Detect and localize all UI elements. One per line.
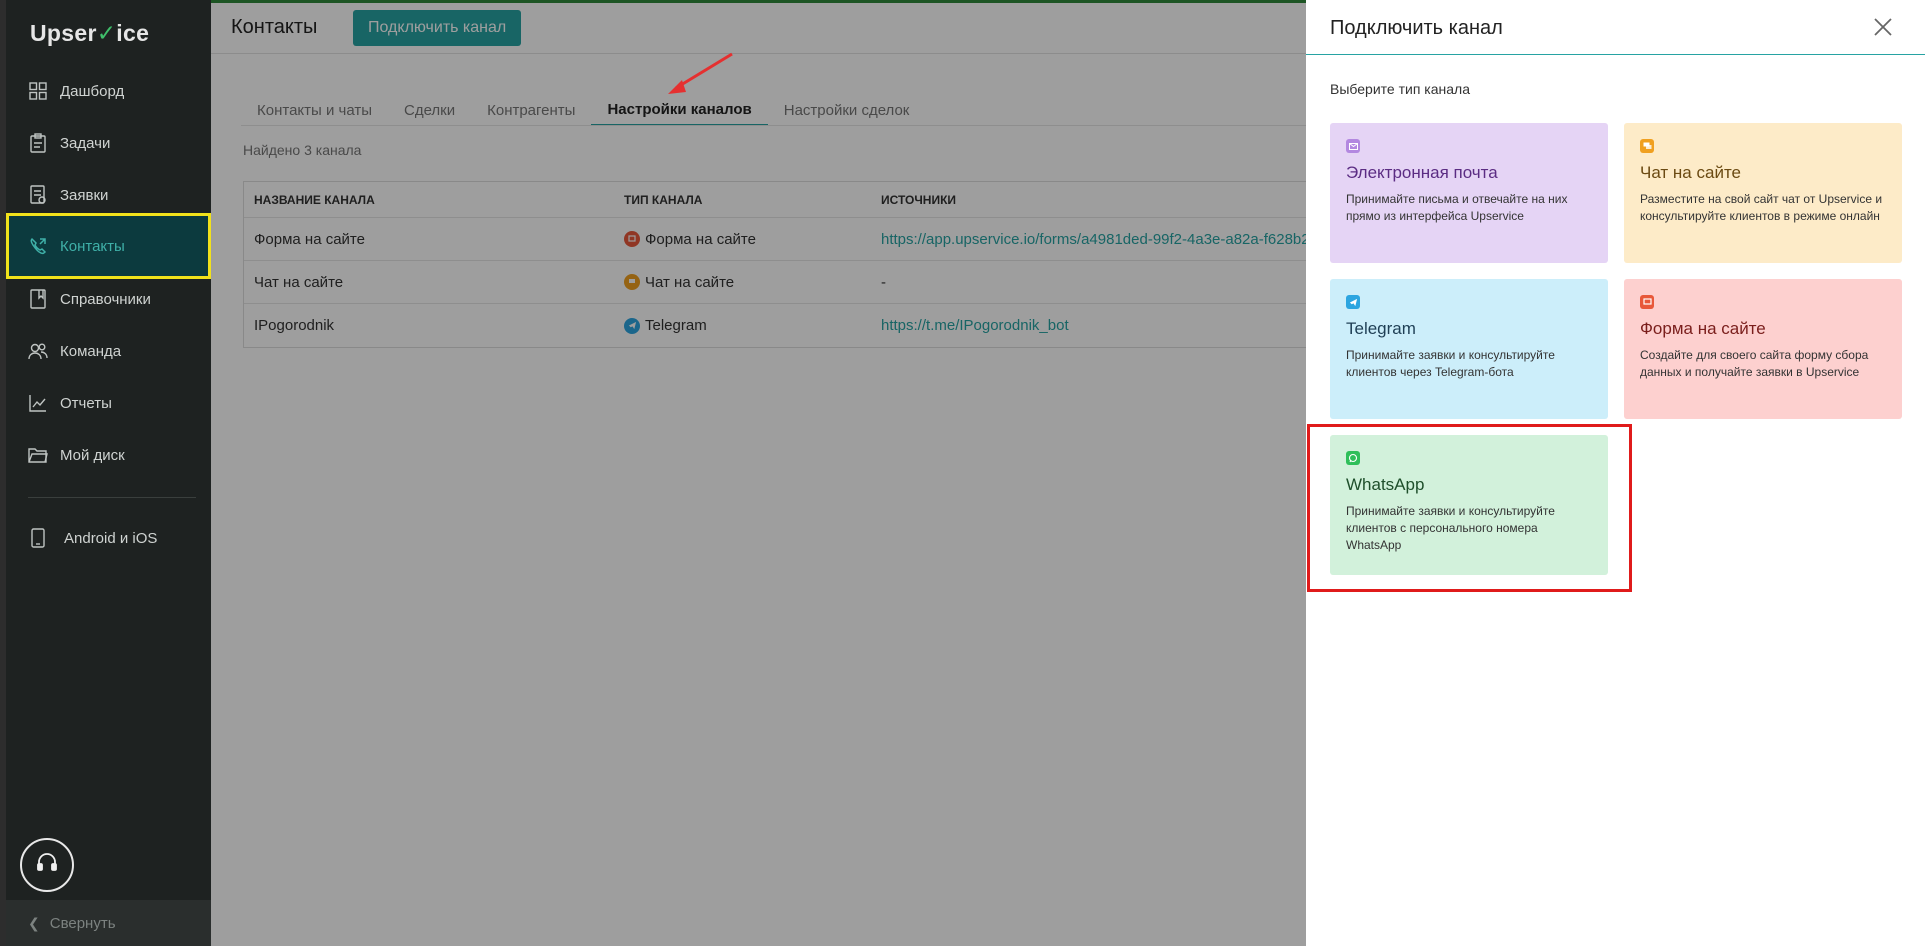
card-description: Принимайте письма и отвечайте на них пря…	[1346, 192, 1568, 223]
sidebar-item-label: Android и iOS	[64, 529, 158, 547]
sidebar-item-label: Справочники	[60, 290, 151, 308]
sidebar-item-dashboard[interactable]: Дашборд	[6, 66, 211, 116]
channel-card-telegram[interactable]: Telegram Принимайте заявки и консультиру…	[1330, 279, 1608, 419]
collapse-label: Свернуть	[49, 914, 116, 932]
card-title: Электронная почта	[1346, 163, 1498, 182]
close-button[interactable]	[1872, 16, 1894, 38]
sidebar-item-label: Мой диск	[60, 446, 125, 464]
chat-icon	[1640, 139, 1654, 153]
form-icon	[1640, 295, 1654, 309]
modal-backdrop[interactable]	[211, 0, 1306, 946]
card-description: Принимайте заявки и консультируйте клиен…	[1346, 348, 1555, 379]
close-icon	[1872, 18, 1894, 42]
card-description: Разместите на свой сайт чат от Upservice…	[1640, 192, 1883, 223]
chevron-left-icon: ❮	[28, 914, 40, 931]
sidebar-item-label: Заявки	[60, 186, 109, 204]
telegram-icon	[1346, 295, 1360, 309]
team-icon	[28, 341, 48, 361]
collapse-sidebar-button[interactable]: ❮ Свернуть	[6, 900, 211, 946]
sidebar-item-contacts[interactable]: Контакты	[6, 213, 211, 279]
channel-card-form[interactable]: Форма на сайте Создайте для своего сайта…	[1624, 279, 1902, 419]
panel-subtitle: Выберите тип канала	[1330, 81, 1470, 97]
card-title: Форма на сайте	[1640, 319, 1766, 338]
folder-icon	[28, 445, 48, 465]
sidebar-item-team[interactable]: Команда	[6, 326, 211, 376]
panel-title: Подключить канал	[1330, 17, 1503, 39]
support-button[interactable]	[20, 838, 74, 892]
channel-card-email[interactable]: Электронная почта Принимайте письма и от…	[1330, 123, 1608, 263]
card-description: Создайте для своего сайта форму сбора да…	[1640, 348, 1869, 379]
headset-icon	[36, 852, 58, 879]
sidebar-item-mobile[interactable]: Android и iOS	[6, 513, 211, 563]
phone-icon	[28, 528, 48, 548]
sidebar-item-reports[interactable]: Отчеты	[6, 378, 211, 428]
tasks-icon	[28, 133, 48, 153]
panel-divider	[1306, 54, 1925, 55]
dashboard-icon	[28, 81, 48, 101]
sidebar-item-label: Задачи	[60, 134, 111, 152]
sidebar: Upser✓ice Дашборд Задачи Заявки Контакты…	[0, 0, 211, 946]
sidebar-item-disk[interactable]: Мой диск	[6, 430, 211, 480]
sidebar-item-label: Дашборд	[60, 82, 125, 100]
card-title: Telegram	[1346, 319, 1416, 338]
card-title: Чат на сайте	[1640, 163, 1741, 182]
sidebar-item-directories[interactable]: Справочники	[6, 274, 211, 324]
channel-card-chat[interactable]: Чат на сайте Разместите на свой сайт чат…	[1624, 123, 1902, 263]
logo[interactable]: Upser✓ice	[30, 20, 149, 47]
book-icon	[28, 289, 48, 309]
annotation-highlight-box	[1307, 424, 1632, 592]
sidebar-item-label: Контакты	[60, 237, 125, 255]
sidebar-item-label: Команда	[60, 342, 122, 360]
annotation-arrow	[668, 52, 733, 94]
chart-icon	[28, 393, 48, 413]
sidebar-item-tasks[interactable]: Задачи	[6, 118, 211, 168]
sidebar-divider	[28, 497, 196, 498]
email-icon	[1346, 139, 1360, 153]
requests-icon	[28, 185, 48, 205]
sidebar-item-label: Отчеты	[60, 394, 112, 412]
contacts-icon	[28, 236, 48, 256]
